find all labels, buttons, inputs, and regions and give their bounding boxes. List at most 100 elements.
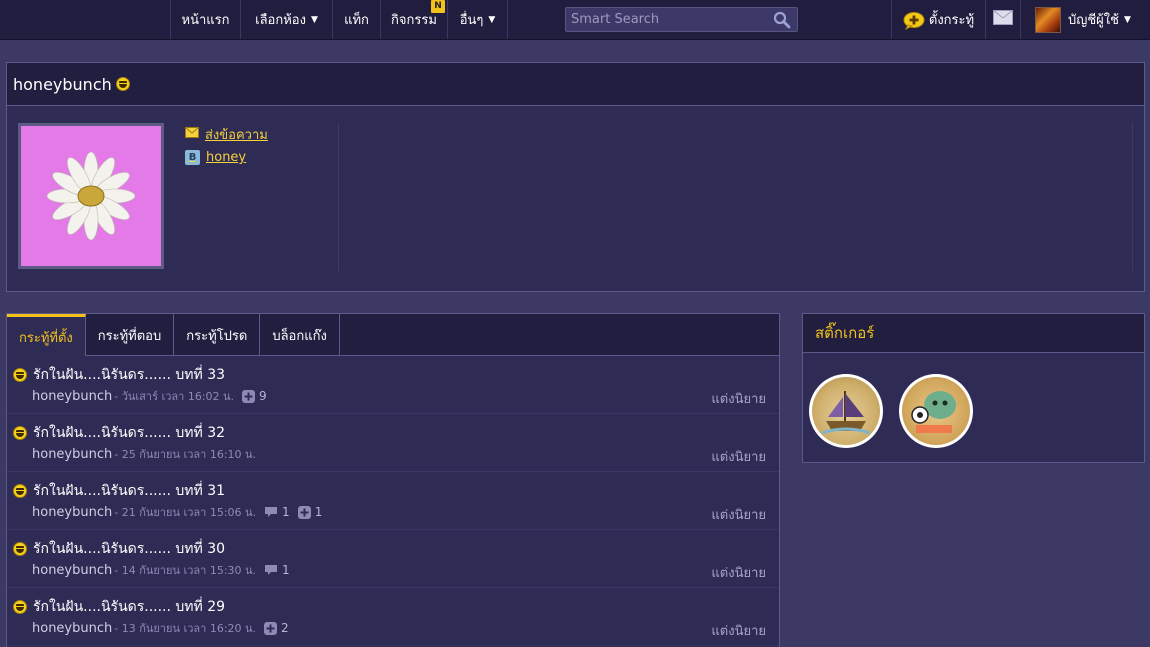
nav-home-label: หน้าแรก bbox=[181, 13, 230, 28]
topic-title[interactable]: รักในฝัน....นิรันดร...... บทที่ 30 bbox=[13, 538, 225, 560]
sticker-dino[interactable] bbox=[899, 374, 973, 448]
profile-header: honeybunch bbox=[7, 63, 1144, 106]
topic-title-text: รักในฝัน....นิรันดร...... บทที่ 30 bbox=[33, 541, 226, 557]
topic-title[interactable]: รักในฝัน....นิรันดร...... บทที่ 32 bbox=[13, 422, 225, 444]
comment-count: 1 bbox=[282, 563, 290, 577]
topic-meta: honeybunch - 13 กันยายน เวลา 16:20 น. 2 bbox=[32, 619, 289, 637]
topic-time: - 14 กันยายน เวลา 15:30 น. bbox=[114, 564, 257, 577]
chevron-down-icon: ▼ bbox=[310, 14, 318, 25]
comment-count: 1 bbox=[282, 505, 290, 519]
nav-activities[interactable]: กิจกรรม N bbox=[380, 0, 447, 39]
daisy-icon bbox=[46, 151, 136, 241]
tab-favorite-topics[interactable]: กระทู้โปรด bbox=[174, 314, 261, 356]
plus-icon bbox=[264, 621, 278, 635]
topic-tag[interactable]: แต่งนิยาย bbox=[711, 388, 766, 409]
sticker-title: สติ๊กเกอร์ bbox=[815, 324, 875, 342]
topic-tag[interactable]: แต่งนิยาย bbox=[711, 446, 766, 467]
smiley-icon bbox=[13, 426, 27, 440]
send-message-label: ส่งข้อความ bbox=[205, 128, 268, 143]
topic-row[interactable]: รักในฝัน....นิรันดร...... บทที่ 30 honey… bbox=[7, 530, 779, 588]
profile-divider bbox=[338, 123, 339, 271]
comment-icon bbox=[265, 507, 278, 517]
blog-icon: B bbox=[185, 150, 200, 165]
nav-tags[interactable]: แท็ก bbox=[332, 0, 380, 39]
nav-rooms-label: เลือกห้อง bbox=[255, 13, 306, 28]
topic-row[interactable]: รักในฝัน....นิรันดร...... บทที่ 32 honey… bbox=[7, 414, 779, 472]
topic-time: - วันเสาร์ เวลา 16:02 น. bbox=[114, 390, 235, 403]
tab-label: กระทู้ที่ตั้ง bbox=[19, 330, 73, 346]
account-label: บัญชีผู้ใช้ bbox=[1068, 13, 1119, 28]
topic-author[interactable]: honeybunch bbox=[32, 563, 112, 578]
topic-title-text: รักในฝัน....นิรันดร...... บทที่ 33 bbox=[33, 367, 226, 383]
search-input[interactable] bbox=[566, 8, 766, 31]
topic-row[interactable]: รักในฝัน....นิรันดร...... บทที่ 31 honey… bbox=[7, 472, 779, 530]
topic-author[interactable]: honeybunch bbox=[32, 389, 112, 404]
nav-home[interactable]: หน้าแรก bbox=[170, 0, 240, 39]
nav-rooms-dropdown[interactable]: เลือกห้อง ▼ bbox=[240, 0, 332, 39]
tab-blog-gang[interactable]: บล็อกแก๊ง bbox=[260, 314, 340, 356]
nav-others-dropdown[interactable]: อื่นๆ ▼ bbox=[447, 0, 508, 39]
nav-tags-label: แท็ก bbox=[344, 13, 369, 28]
smiley-icon bbox=[13, 542, 27, 556]
comment-stat: 1 bbox=[264, 505, 290, 519]
search-box bbox=[565, 7, 798, 32]
tab-label: บล็อกแก๊ง bbox=[272, 328, 327, 344]
plus-icon bbox=[297, 505, 311, 519]
topic-time: - 13 กันยายน เวลา 16:20 น. bbox=[114, 622, 257, 635]
topic-meta: honeybunch - วันเสาร์ เวลา 16:02 น. 9 bbox=[32, 387, 267, 405]
topic-row[interactable]: รักในฝัน....นิรันดร...... บทที่ 33 honey… bbox=[7, 356, 779, 414]
sticker-ship[interactable] bbox=[809, 374, 883, 448]
chevron-down-icon: ▼ bbox=[1123, 14, 1131, 25]
topic-title[interactable]: รักในฝัน....นิรันดร...... บทที่ 29 bbox=[13, 596, 225, 618]
tab-label: กระทู้โปรด bbox=[186, 328, 248, 344]
nav-others-label: อื่นๆ bbox=[459, 13, 484, 28]
plus-stat: 2 bbox=[264, 621, 289, 635]
blog-label: honey bbox=[206, 150, 247, 165]
plus-stat: 9 bbox=[242, 389, 267, 403]
plus-icon bbox=[242, 389, 256, 403]
new-topic-button[interactable]: ตั้งกระทู้ bbox=[891, 0, 985, 39]
account-menu[interactable]: บัญชีผู้ใช้ ▼ bbox=[1020, 0, 1150, 39]
topic-author[interactable]: honeybunch bbox=[32, 505, 112, 520]
profile-username: honeybunch bbox=[13, 74, 112, 94]
topic-author[interactable]: honeybunch bbox=[32, 447, 112, 462]
topic-tag[interactable]: แต่งนิยาย bbox=[711, 562, 766, 583]
comment-stat: 1 bbox=[264, 563, 290, 577]
plus-count: 1 bbox=[314, 505, 323, 519]
topic-title-text: รักในฝัน....นิรันดร...... บทที่ 29 bbox=[33, 599, 226, 615]
profile-links: ส่งข้อความ B honey bbox=[185, 123, 268, 169]
messages-button[interactable] bbox=[985, 0, 1020, 39]
new-topic-label: ตั้งกระทู้ bbox=[928, 13, 975, 28]
smiley-icon bbox=[13, 368, 27, 382]
add-topic-icon bbox=[903, 11, 925, 30]
topic-tag[interactable]: แต่งนิยาย bbox=[711, 620, 766, 641]
tab-my-topics[interactable]: กระทู้ที่ตั้ง bbox=[7, 314, 86, 357]
sticker-header: สติ๊กเกอร์ bbox=[803, 314, 1144, 353]
topic-tabs: กระทู้ที่ตั้ง กระทู้ที่ตอบ กระทู้โปรด บล… bbox=[7, 314, 779, 357]
profile-info-area bbox=[343, 123, 1133, 271]
topic-row[interactable]: รักในฝัน....นิรันดร...... บทที่ 29 honey… bbox=[7, 588, 779, 646]
blog-link[interactable]: B honey bbox=[185, 146, 268, 169]
topic-author[interactable]: honeybunch bbox=[32, 621, 112, 636]
mail-icon bbox=[993, 10, 1013, 29]
topic-time: - 21 กันยายน เวลา 15:06 น. bbox=[114, 506, 257, 519]
search-icon[interactable] bbox=[773, 11, 791, 33]
plus-count: 2 bbox=[281, 621, 289, 635]
profile-avatar bbox=[18, 123, 164, 269]
topic-title-text: รักในฝัน....นิรันดร...... บทที่ 32 bbox=[33, 425, 226, 441]
smiley-icon bbox=[115, 77, 130, 91]
sticker-panel: สติ๊กเกอร์ bbox=[802, 313, 1145, 463]
plus-stat: 1 bbox=[297, 505, 323, 519]
comment-icon bbox=[265, 565, 278, 575]
topic-tag[interactable]: แต่งนิยาย bbox=[711, 504, 766, 525]
topic-title[interactable]: รักในฝัน....นิรันดร...... บทที่ 31 bbox=[13, 480, 225, 502]
smiley-icon bbox=[13, 600, 27, 614]
tab-replied-topics[interactable]: กระทู้ที่ตอบ bbox=[86, 314, 175, 356]
send-message-link[interactable]: ส่งข้อความ bbox=[185, 123, 268, 146]
plus-count: 9 bbox=[259, 389, 267, 403]
ship-sticker-icon bbox=[812, 377, 880, 445]
topic-meta: honeybunch - 21 กันยายน เวลา 15:06 น. 1 … bbox=[32, 503, 322, 521]
topic-time: - 25 กันยายน เวลา 16:10 น. bbox=[114, 448, 257, 461]
dino-sticker-icon bbox=[902, 377, 970, 445]
topic-title[interactable]: รักในฝัน....นิรันดร...... บทที่ 33 bbox=[13, 364, 225, 386]
